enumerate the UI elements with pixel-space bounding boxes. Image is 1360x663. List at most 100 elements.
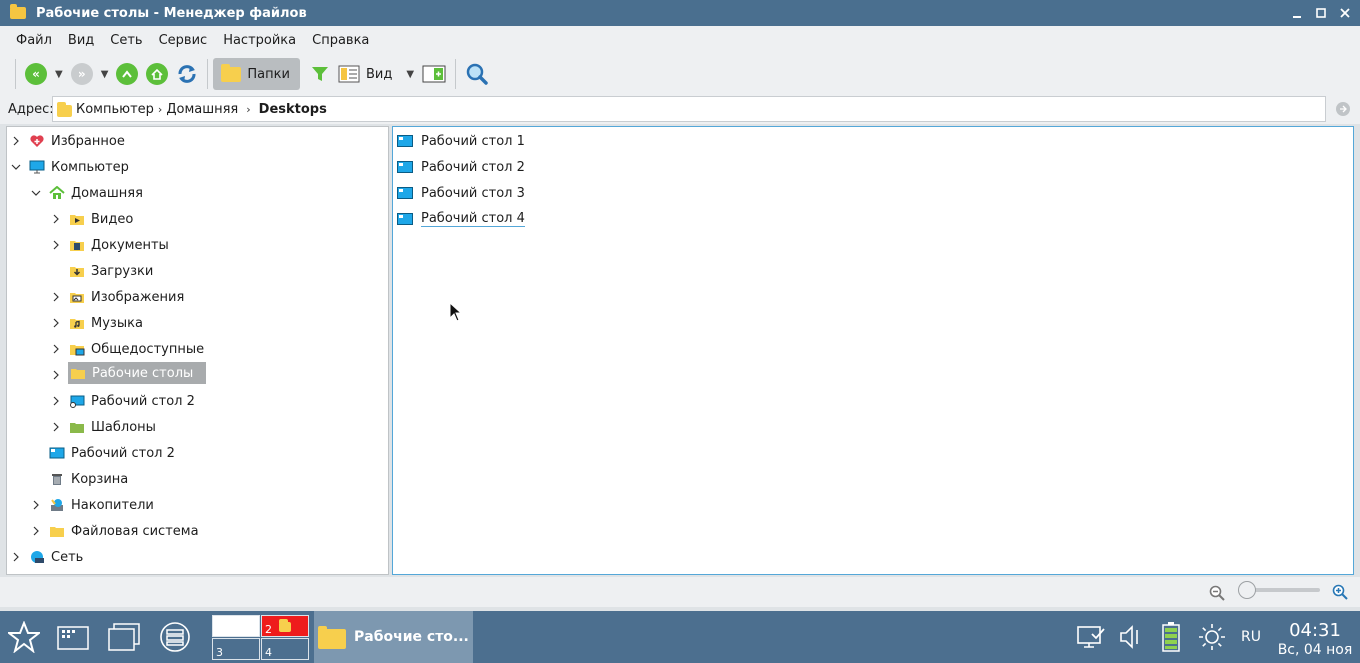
filter-button[interactable] bbox=[306, 59, 334, 89]
chevron-right-icon[interactable] bbox=[31, 526, 41, 536]
clock[interactable]: 04:31 Вс, 04 ноя bbox=[1270, 621, 1360, 659]
chevron-down-icon[interactable] bbox=[11, 162, 21, 172]
home-button[interactable] bbox=[142, 59, 172, 89]
start-menu-button[interactable] bbox=[4, 611, 44, 663]
view-button[interactable]: Вид bbox=[334, 59, 396, 89]
tree-item[interactable]: Файловая система bbox=[7, 520, 387, 542]
tree-item[interactable]: Рабочие столы bbox=[7, 362, 387, 386]
keyboard-layout-indicator[interactable]: RU bbox=[1241, 611, 1261, 663]
volume-icon bbox=[1120, 625, 1138, 649]
desktop-2[interactable]: 2 bbox=[261, 615, 309, 637]
chevron-right-icon[interactable]: › bbox=[246, 103, 250, 116]
chevron-right-icon[interactable] bbox=[51, 318, 61, 328]
breadcrumb-computer[interactable]: Компьютер bbox=[76, 102, 154, 117]
chevron-right-icon[interactable] bbox=[51, 396, 61, 406]
desktop-icon bbox=[49, 446, 65, 460]
menu-settings[interactable]: Настройка bbox=[215, 33, 304, 48]
back-history-dropdown[interactable]: ▼ bbox=[51, 69, 67, 80]
file-item-label: Рабочий стол 1 bbox=[421, 133, 525, 149]
heart-icon bbox=[29, 134, 45, 148]
menu-file[interactable]: Файл bbox=[8, 33, 60, 48]
menu-help[interactable]: Справка bbox=[304, 33, 377, 48]
tree-item[interactable]: Шаблоны bbox=[7, 416, 387, 438]
maximize-button[interactable] bbox=[1312, 4, 1330, 22]
breadcrumb-desktops[interactable]: Desktops bbox=[259, 102, 327, 117]
tree-item[interactable]: Загрузки bbox=[7, 260, 387, 282]
breadcrumb-home[interactable]: Домашняя bbox=[166, 102, 238, 117]
chevron-right-icon[interactable] bbox=[51, 422, 61, 432]
tree-item[interactable]: Накопители bbox=[7, 494, 387, 516]
address-field[interactable]: Компьютер › Домашняя › Desktops bbox=[52, 96, 1326, 122]
tree-item[interactable]: Документы bbox=[7, 234, 387, 256]
view-dropdown[interactable]: ▼ bbox=[402, 69, 418, 80]
forward-history-dropdown[interactable]: ▼ bbox=[97, 69, 113, 80]
minimize-button[interactable] bbox=[1288, 4, 1306, 22]
tree-item-label: Шаблоны bbox=[91, 419, 156, 435]
brightness-tray-button[interactable] bbox=[1197, 611, 1227, 663]
minimize-icon bbox=[1293, 16, 1301, 18]
menu-network[interactable]: Сеть bbox=[102, 33, 150, 48]
file-item[interactable]: Рабочий стол 3 bbox=[397, 182, 525, 204]
tree-item-label: Рабочие столы bbox=[92, 365, 194, 381]
chevron-down-icon[interactable] bbox=[31, 188, 41, 198]
tree-item[interactable]: Музыка bbox=[7, 312, 387, 334]
file-item[interactable]: Рабочий стол 1 bbox=[397, 130, 525, 152]
forward-button[interactable]: » bbox=[67, 59, 97, 89]
search-icon bbox=[466, 63, 488, 85]
chevron-right-icon[interactable] bbox=[51, 214, 61, 224]
file-item[interactable]: Рабочий стол 2 bbox=[397, 156, 525, 178]
zoom-slider-handle[interactable] bbox=[1238, 581, 1256, 599]
search-button[interactable] bbox=[461, 59, 493, 89]
chevron-right-icon[interactable] bbox=[51, 344, 61, 354]
tree-item[interactable]: Компьютер bbox=[7, 156, 387, 178]
file-item[interactable]: Рабочий стол 4 bbox=[397, 208, 525, 230]
menu-service[interactable]: Сервис bbox=[151, 33, 216, 48]
tree-item[interactable]: Сеть bbox=[7, 546, 387, 568]
chevron-right-icon[interactable]: › bbox=[158, 103, 162, 116]
go-button[interactable] bbox=[1336, 102, 1350, 116]
desktop-4[interactable]: 4 bbox=[261, 638, 309, 660]
tree-item[interactable]: Изображения bbox=[7, 286, 387, 308]
close-button[interactable] bbox=[1336, 4, 1354, 22]
up-button[interactable] bbox=[112, 59, 142, 89]
chevron-right-icon[interactable] bbox=[31, 500, 41, 510]
chevron-right-icon[interactable] bbox=[51, 370, 61, 380]
tree-item[interactable]: Избранное bbox=[7, 130, 387, 152]
show-windows-button[interactable] bbox=[104, 611, 144, 663]
zoom-out-icon[interactable] bbox=[1209, 585, 1225, 601]
tree-item[interactable]: Видео bbox=[7, 208, 387, 230]
volume-tray-button[interactable] bbox=[1118, 611, 1144, 663]
folders-toggle-button[interactable]: Папки bbox=[213, 58, 300, 90]
display-tray-button[interactable] bbox=[1076, 611, 1106, 663]
view-label: Вид bbox=[365, 66, 393, 82]
menu-view[interactable]: Вид bbox=[60, 33, 102, 48]
chevron-right-icon[interactable] bbox=[51, 292, 61, 302]
tree-item[interactable]: Общедоступные bbox=[7, 338, 387, 360]
tree-item[interactable]: Рабочий стол 2 bbox=[7, 442, 387, 464]
app-launcher-button[interactable] bbox=[54, 611, 92, 663]
folder-icon bbox=[318, 626, 346, 649]
zoom-in-icon[interactable] bbox=[1332, 584, 1348, 600]
file-cabinet-icon bbox=[160, 622, 190, 652]
public-folder-icon bbox=[69, 342, 85, 356]
tree-item[interactable]: Рабочий стол 2 bbox=[7, 390, 387, 412]
chevron-right-icon[interactable] bbox=[51, 240, 61, 250]
tree-item[interactable]: Домашняя bbox=[7, 182, 387, 204]
split-view-button[interactable] bbox=[418, 59, 450, 89]
network-icon bbox=[29, 550, 45, 564]
taskbar-window-button[interactable]: Рабочие сто... bbox=[314, 611, 473, 663]
back-icon: « bbox=[25, 63, 47, 85]
mouse-cursor-icon bbox=[449, 302, 463, 322]
filter-icon bbox=[311, 67, 328, 81]
tree-item[interactable]: Корзина bbox=[7, 468, 387, 490]
tree-item-label: Рабочий стол 2 bbox=[71, 445, 175, 461]
desktop-1[interactable]: 1 bbox=[212, 615, 260, 637]
battery-tray-button[interactable] bbox=[1160, 611, 1182, 663]
back-button[interactable]: « bbox=[21, 59, 51, 89]
chevron-right-icon[interactable] bbox=[11, 136, 21, 146]
file-manager-launcher-button[interactable] bbox=[156, 611, 194, 663]
chevron-right-icon[interactable] bbox=[11, 552, 21, 562]
taskbar: 1 2 3 4 Рабочие сто... RU 04:31 Вс, 04 н… bbox=[0, 611, 1360, 663]
refresh-button[interactable] bbox=[172, 59, 202, 89]
desktop-3[interactable]: 3 bbox=[212, 638, 260, 660]
